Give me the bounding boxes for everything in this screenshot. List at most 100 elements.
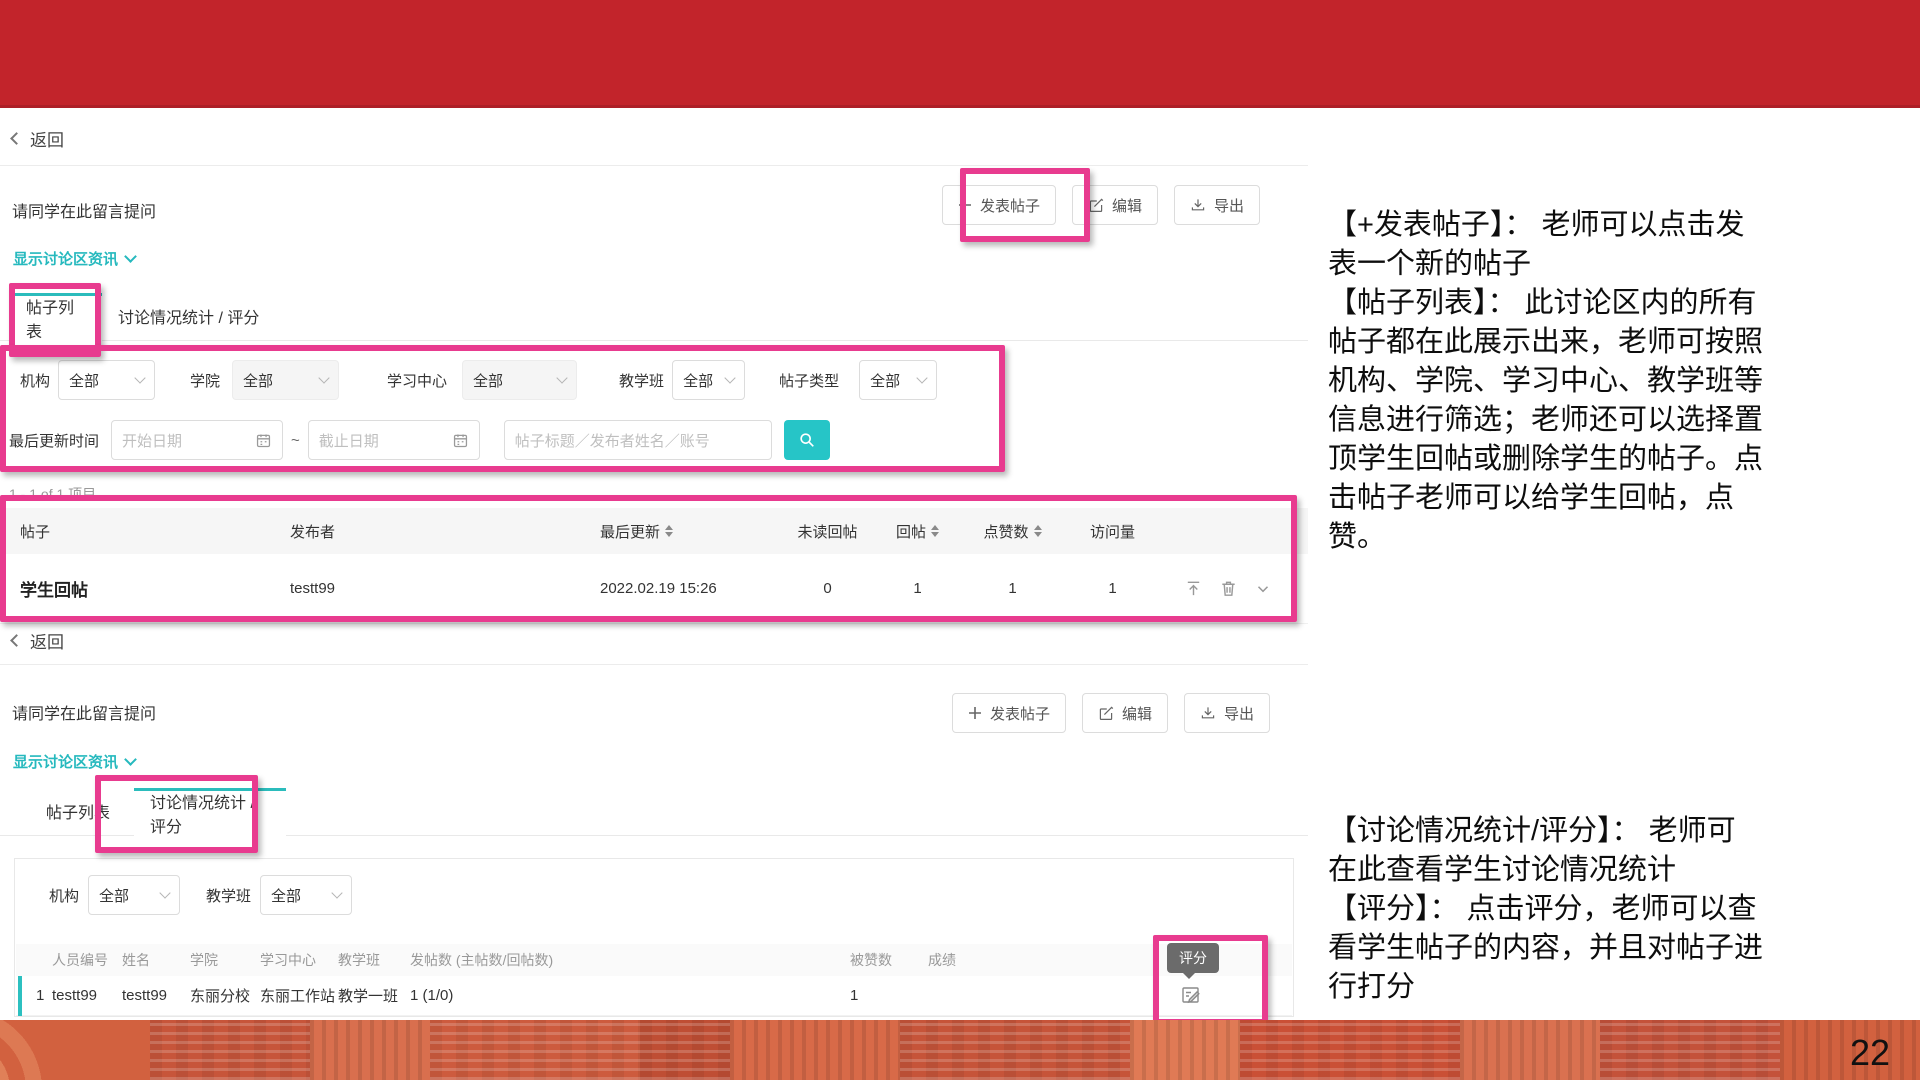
col-center: 学习中心	[260, 950, 338, 970]
row-index: 1	[26, 987, 52, 1004]
col-college: 学院	[190, 950, 260, 970]
plus-icon	[968, 706, 982, 720]
new-post-label: 发表帖子	[990, 703, 1050, 724]
post-row[interactable]: 学生回帖 testt99 2022.02.19 15:26 0 1 1 1	[0, 554, 1308, 624]
end-date-placeholder: 截止日期	[319, 430, 379, 451]
col-name: 姓名	[122, 950, 190, 970]
slide: 返回 请同学在此留言提问 发表帖子 编辑 导出 显示讨论区资讯 帖子列表	[0, 0, 1920, 1080]
back-label: 返回	[30, 126, 64, 151]
tab-discussion-stats[interactable]: 讨论情况统计 / 评分	[134, 788, 286, 836]
screenshot-stats: 返回 请同学在此留言提问 发表帖子 编辑 导出 显示讨论区资讯 帖子列表	[0, 617, 1308, 1020]
edit-icon	[1088, 197, 1104, 213]
keyword-search-input[interactable]: 帖子标题／发布者姓名／账号	[504, 420, 772, 460]
chevron-down-icon	[331, 887, 342, 898]
sort-icon	[1034, 525, 1042, 537]
post-unread: 0	[785, 580, 870, 597]
edit-icon	[1098, 705, 1114, 721]
tab-post-list[interactable]: 帖子列表	[10, 293, 102, 341]
back-link[interactable]: 返回	[12, 126, 64, 151]
fan-pattern	[0, 1020, 150, 1080]
edit-button[interactable]: 编辑	[1072, 185, 1158, 225]
filter-row-2: 最后更新时间 开始日期 ~ 截止日期 帖子标题／发布者姓名／账号	[9, 420, 830, 460]
show-forum-info-label: 显示讨论区资讯	[13, 751, 118, 772]
new-post-button[interactable]: 发表帖子	[952, 693, 1066, 733]
class-filter-label: 教学班	[206, 885, 251, 906]
new-post-label: 发表帖子	[980, 195, 1040, 216]
discussion-title: 请同学在此留言提问	[12, 198, 156, 222]
grade-icon[interactable]	[1180, 984, 1202, 1006]
score-tooltip: 评分	[1167, 943, 1219, 973]
edit-label: 编辑	[1112, 195, 1142, 216]
post-visits: 1	[1060, 580, 1165, 597]
chevron-down-icon	[318, 372, 329, 383]
member-name: testt99	[122, 987, 190, 1004]
stats-panel: 机构 全部 教学班 全部 人员编号 姓名 学院 学习中心 教学班 发帖数 (主帖…	[14, 858, 1294, 1017]
member-class: 教学一班	[338, 985, 410, 1006]
chevron-down-icon	[916, 372, 927, 383]
org-filter-label: 机构	[20, 370, 50, 391]
download-icon	[1200, 705, 1216, 721]
member-liked: 1	[850, 987, 928, 1004]
back-link[interactable]: 返回	[12, 628, 64, 653]
tab-post-list-label: 帖子列表	[46, 799, 110, 823]
post-title-link[interactable]: 学生回帖	[20, 576, 290, 601]
filter-row-1: 机构 全部 学院 全部 学习中心 全部 教学班 全部 帖子类型 全部	[20, 360, 937, 400]
chevron-down-icon	[159, 887, 170, 898]
toolbar: 发表帖子 编辑 导出	[952, 693, 1270, 733]
center-filter-select[interactable]: 全部	[462, 360, 577, 400]
new-post-button[interactable]: 发表帖子	[942, 185, 1056, 225]
type-filter-select[interactable]: 全部	[859, 360, 937, 400]
chevron-down-icon[interactable]	[1254, 580, 1272, 598]
col-likes-sort[interactable]: 点赞数	[965, 521, 1060, 542]
member-college: 东丽分校	[190, 985, 260, 1006]
update-time-label: 最后更新时间	[9, 430, 99, 451]
col-replies-sort[interactable]: 回帖	[870, 521, 965, 542]
col-class: 教学班	[338, 950, 410, 970]
end-date-input[interactable]: 截止日期	[308, 420, 480, 460]
col-liked: 被赞数	[850, 950, 928, 970]
edit-label: 编辑	[1122, 703, 1152, 724]
col-updated-sort[interactable]: 最后更新	[600, 521, 785, 542]
export-label: 导出	[1224, 703, 1254, 724]
college-filter-select[interactable]: 全部	[232, 360, 339, 400]
show-forum-info-label: 显示讨论区资讯	[13, 248, 118, 269]
start-date-input[interactable]: 开始日期	[111, 420, 283, 460]
tab-discussion-stats[interactable]: 讨论情况统计 / 评分	[102, 292, 275, 340]
calendar-icon	[255, 432, 272, 449]
tabbar: 帖子列表 讨论情况统计 / 评分	[0, 787, 1308, 836]
member-center: 东丽工作站	[260, 985, 338, 1006]
date-range-tilde: ~	[291, 432, 300, 449]
class-filter-label: 教学班	[619, 370, 664, 391]
class-filter-value: 全部	[683, 370, 713, 391]
member-id: testt99	[52, 987, 122, 1004]
discussion-title: 请同学在此留言提问	[12, 700, 156, 724]
org-filter-value: 全部	[69, 370, 99, 391]
notes-block-2: 【讨论情况统计/评分】： 老师可 在此查看学生讨论情况统计 【评分】： 点击评分…	[1328, 812, 1914, 1007]
delete-icon[interactable]	[1219, 579, 1238, 598]
tab-discussion-stats-label: 讨论情况统计 / 评分	[118, 304, 259, 328]
org-filter-select[interactable]: 全部	[58, 360, 155, 400]
score-tooltip-label: 评分	[1179, 948, 1207, 968]
show-forum-info-toggle[interactable]: 显示讨论区资讯	[13, 751, 135, 772]
class-filter-select[interactable]: 全部	[672, 360, 745, 400]
edit-button[interactable]: 编辑	[1082, 693, 1168, 733]
search-button[interactable]	[784, 420, 830, 460]
chevron-down-icon	[724, 372, 735, 383]
export-button[interactable]: 导出	[1174, 185, 1260, 225]
col-posts: 发帖数 (主帖数/回帖数)	[410, 950, 850, 970]
student-row[interactable]: 1 testt99 testt99 东丽分校 东丽工作站 教学一班 1 (1/0…	[16, 976, 1292, 1016]
tab-post-list[interactable]: 帖子列表	[30, 787, 126, 835]
stats-filter-row: 机构 全部 教学班 全部	[49, 875, 352, 915]
post-table: 帖子 发布者 最后更新 未读回帖 回帖 点赞数 访问量	[0, 508, 1308, 624]
plus-icon	[958, 198, 972, 212]
show-forum-info-toggle[interactable]: 显示讨论区资讯	[13, 248, 135, 269]
export-button[interactable]: 导出	[1184, 693, 1270, 733]
org-filter-select[interactable]: 全部	[88, 875, 180, 915]
college-filter-label: 学院	[190, 370, 220, 391]
pin-to-top-icon[interactable]	[1184, 579, 1203, 598]
post-likes: 1	[965, 580, 1060, 597]
calendar-icon	[452, 432, 469, 449]
center-filter-value: 全部	[473, 370, 503, 391]
back-label: 返回	[30, 628, 64, 653]
class-filter-select[interactable]: 全部	[260, 875, 352, 915]
